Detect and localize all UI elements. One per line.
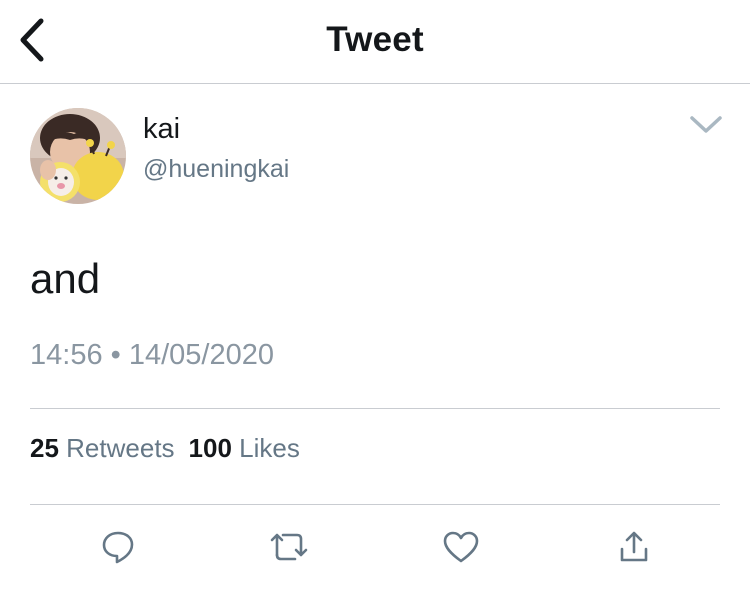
tweet-timestamp: 14:56 • 14/05/2020 [30, 339, 274, 372]
tweet-stats: 25 Retweets 100 Likes [30, 433, 300, 464]
tweet-menu-button[interactable] [686, 108, 726, 142]
tweet-date: 14/05/2020 [128, 339, 275, 371]
chevron-down-icon [690, 116, 722, 133]
author-name[interactable]: kai [143, 113, 180, 146]
likes-label: Likes [239, 433, 300, 463]
tweet-detail-screen: Tweet kai @hueningkai and 14:56 • 14/05/… [0, 0, 750, 592]
heart-icon [443, 531, 479, 563]
retweets-label: Retweets [66, 433, 175, 463]
tweet-text: and [30, 255, 101, 302]
page-title: Tweet [326, 20, 424, 59]
likes-stat[interactable]: 100 Likes [189, 433, 300, 464]
retweet-button[interactable] [267, 525, 311, 569]
top-bar: Tweet [0, 0, 750, 84]
retweets-count: 25 [30, 433, 59, 463]
share-icon [620, 531, 648, 562]
retweet-icon [270, 533, 308, 561]
divider [30, 504, 720, 505]
author-handle[interactable]: @hueningkai [143, 155, 289, 184]
avatar[interactable] [30, 108, 126, 204]
retweets-stat[interactable]: 25 Retweets [30, 433, 175, 464]
divider [30, 408, 720, 409]
avatar-photo [30, 108, 126, 204]
reply-icon [102, 531, 134, 564]
timestamp-separator: • [110, 339, 121, 371]
likes-count: 100 [188, 433, 232, 463]
share-button[interactable] [612, 525, 656, 569]
like-button[interactable] [439, 525, 483, 569]
tweet-time: 14:56 [30, 339, 103, 371]
reply-button[interactable] [96, 525, 140, 569]
